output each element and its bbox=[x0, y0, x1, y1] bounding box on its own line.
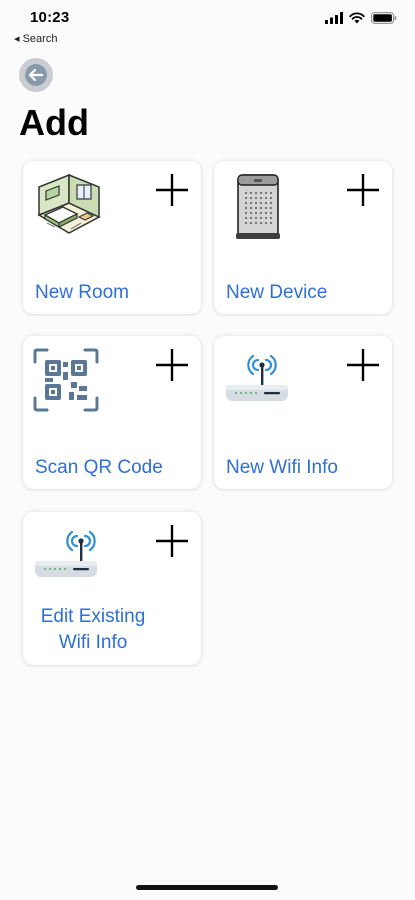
add-screen: 10:23 ◂ Search Add New Room New Device S… bbox=[0, 0, 415, 900]
card-label-line-1: Edit Existing bbox=[40, 606, 146, 627]
battery-icon bbox=[371, 12, 397, 24]
plus-icon bbox=[347, 349, 379, 381]
router-icon bbox=[35, 530, 97, 577]
edit-existing-wifi-info-card[interactable]: Edit Existing Wifi Info bbox=[23, 512, 201, 665]
new-wifi-info-card[interactable]: New Wifi Info bbox=[214, 336, 392, 489]
page-title: Add bbox=[19, 102, 89, 143]
status-icons bbox=[325, 12, 397, 24]
plus-icon bbox=[347, 174, 379, 206]
wifi-icon bbox=[349, 12, 365, 24]
scan-qr-code-card[interactable]: Scan QR Code bbox=[23, 336, 201, 489]
card-label: New Wifi Info bbox=[226, 457, 338, 478]
back-button-inner bbox=[25, 64, 47, 86]
new-device-card[interactable]: New Device bbox=[214, 161, 392, 314]
back-button[interactable] bbox=[19, 58, 53, 92]
card-label: New Device bbox=[226, 282, 328, 303]
back-to-search-link[interactable]: ◂ Search bbox=[14, 32, 57, 45]
card-label: Scan QR Code bbox=[35, 457, 163, 478]
plus-icon bbox=[156, 349, 188, 381]
status-bar: 10:23 ◂ Search bbox=[0, 0, 415, 48]
qr-code-icon bbox=[33, 348, 99, 412]
card-label: New Room bbox=[35, 282, 129, 303]
card-label: Edit Existing Wifi Info bbox=[23, 604, 163, 656]
plus-icon bbox=[156, 174, 188, 206]
card-label-line-2: Wifi Info bbox=[58, 632, 128, 653]
home-indicator[interactable] bbox=[136, 885, 278, 890]
arrow-left-icon bbox=[29, 69, 43, 81]
room-icon bbox=[37, 173, 101, 234]
air-purifier-icon bbox=[236, 174, 280, 239]
status-time: 10:23 bbox=[30, 9, 70, 26]
plus-icon bbox=[156, 525, 188, 557]
router-icon bbox=[226, 354, 288, 401]
signal-icon bbox=[325, 12, 343, 24]
new-room-card[interactable]: New Room bbox=[23, 161, 201, 314]
